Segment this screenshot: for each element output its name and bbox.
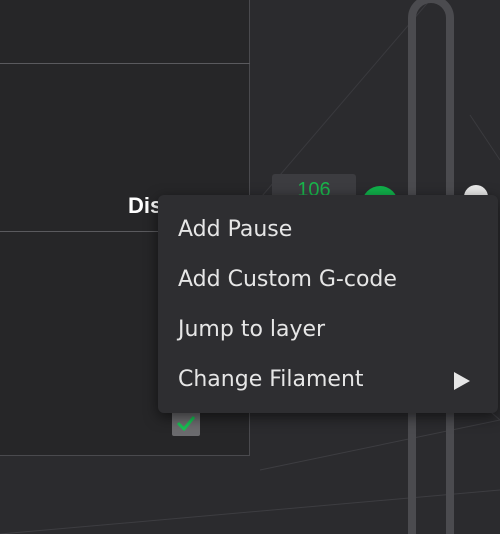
menu-item-change-filament[interactable]: Change Filament <box>158 355 498 405</box>
menu-item-label: Change Filament <box>178 367 364 392</box>
check-icon <box>176 416 196 431</box>
chevron-right-icon <box>454 372 470 390</box>
menu-item-add-pause[interactable]: Add Pause <box>158 205 498 255</box>
menu-item-label: Add Pause <box>178 217 293 242</box>
display-checkbox[interactable] <box>172 410 200 436</box>
context-menu: Add Pause Add Custom G-code Jump to laye… <box>158 195 498 413</box>
menu-item-label: Jump to layer <box>178 317 326 342</box>
menu-item-add-custom-gcode[interactable]: Add Custom G-code <box>158 255 498 305</box>
menu-item-label: Add Custom G-code <box>178 267 397 292</box>
menu-item-jump-to-layer[interactable]: Jump to layer <box>158 305 498 355</box>
panel-divider <box>0 63 250 64</box>
